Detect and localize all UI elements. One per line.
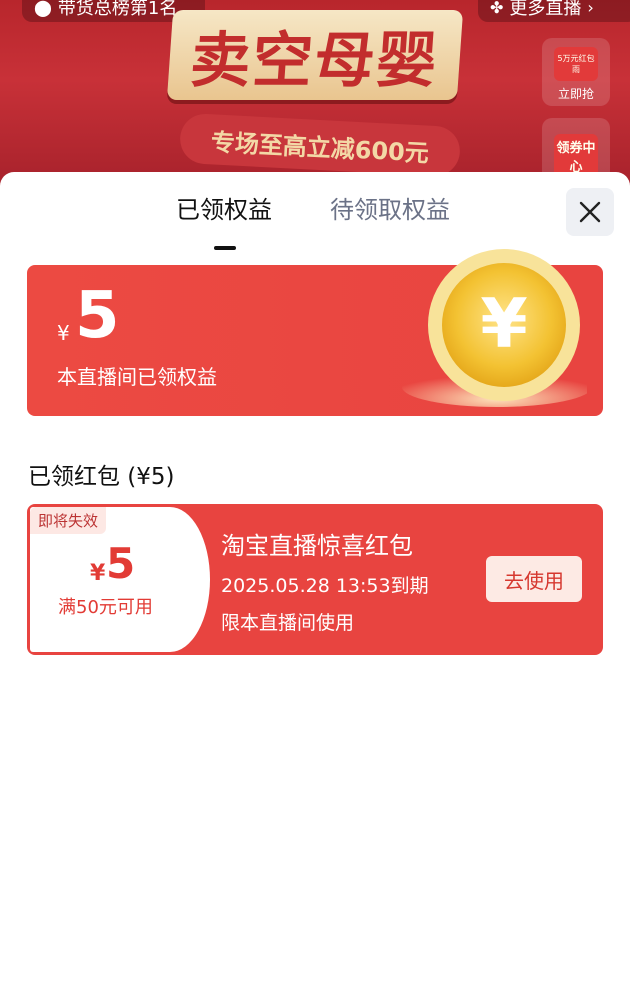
rank-text: 带货总榜第1名	[57, 0, 178, 19]
more-live-text: 更多直播	[509, 0, 582, 19]
red-packet-icon: 5万元红包雨	[554, 47, 598, 81]
coupon-name: 淘宝直播惊喜红包	[221, 532, 413, 560]
summary-currency: ¥	[57, 321, 70, 345]
coupon-value-panel: 即将失效 ¥ 5 满50元可用	[30, 507, 210, 652]
coupon-condition: 满50元可用	[58, 597, 153, 618]
close-button[interactable]	[566, 188, 614, 236]
coupon-currency: ¥	[90, 561, 106, 586]
live-background: ⬤ 带货总榜第1名 ✤ 更多直播 › 卖空母婴 专场至高立减600元 5万元红包…	[0, 0, 630, 200]
tab-indicator	[214, 246, 236, 250]
close-icon	[579, 201, 601, 223]
gold-coin-icon: ¥	[402, 249, 587, 407]
banner-subtitle: 专场至高立减600元	[178, 112, 462, 178]
summary-label: 本直播间已领权益	[57, 365, 217, 389]
coupon-expiry: 2025.05.28 13:53到期	[221, 575, 429, 597]
clover-icon: ✤	[490, 0, 504, 17]
red-packet-rain-card[interactable]: 5万元红包雨 立即抢	[542, 38, 610, 106]
chevron-right-icon: ›	[587, 0, 594, 17]
section-title: 已领红包 (¥5)	[28, 464, 175, 490]
svg-text:¥: ¥	[480, 285, 527, 364]
summary-amount: 5	[75, 279, 120, 353]
use-coupon-button[interactable]: 去使用	[486, 556, 582, 602]
coupon-amount: 5	[106, 539, 136, 588]
tab-unclaimed[interactable]: 待领取权益	[330, 190, 450, 225]
tab-bar: 已领权益 待领取权益	[0, 190, 630, 250]
more-live-pill[interactable]: ✤ 更多直播 ›	[478, 0, 630, 22]
coupon-card[interactable]: 即将失效 ¥ 5 满50元可用 淘宝直播惊喜红包 2025.05.28 13:5…	[27, 504, 603, 655]
benefit-summary-card: ¥ 5 本直播间已领权益 ¥	[27, 249, 603, 416]
coupon-scope: 限本直播间使用	[221, 612, 355, 634]
expiring-badge: 即将失效	[30, 507, 107, 534]
red-packet-label: 立即抢	[557, 87, 594, 101]
coupon-info: 淘宝直播惊喜红包 2025.05.28 13:53到期 限本直播间使用	[221, 526, 429, 635]
benefits-sheet: 已领权益 待领取权益 ¥ 5 本直播间已领权益 ¥ 已领红包 (¥5) 即将失效…	[0, 172, 630, 996]
banner-title: 卖空母婴	[166, 10, 464, 100]
tab-claimed[interactable]: 已领权益	[176, 190, 272, 225]
rank-icon: ⬤	[34, 0, 52, 17]
